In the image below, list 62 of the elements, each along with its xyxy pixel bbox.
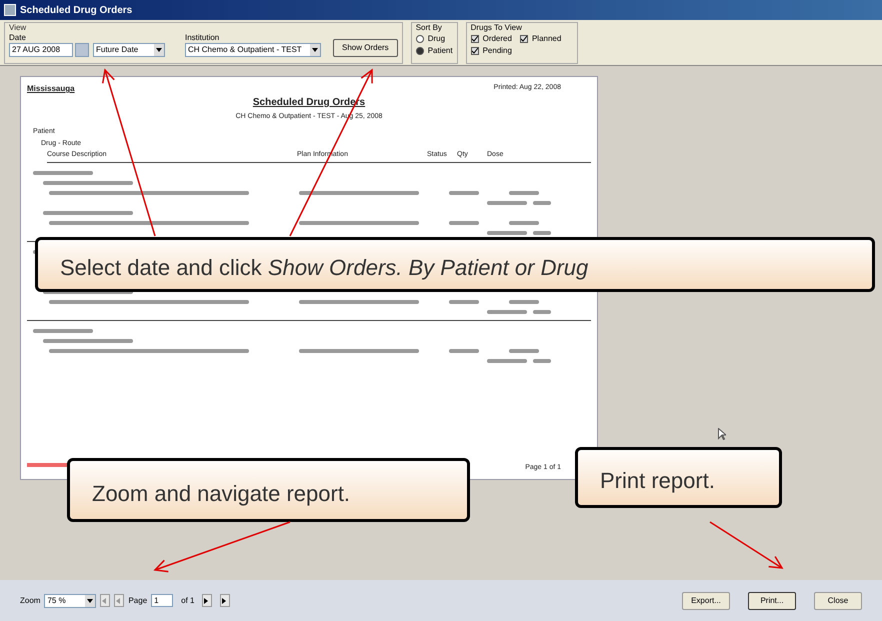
sort-option[interactable]: Patient [416,45,453,57]
group-label: Drugs To View [470,23,523,33]
callout-text: Zoom and navigate report. [67,458,470,522]
zoom-dropdown[interactable]: 75 % [44,594,96,608]
window-title: Scheduled Drug Orders [20,4,132,18]
show-orders-button[interactable]: Show Orders [333,39,398,57]
checkbox[interactable] [470,47,479,55]
blurred-text-line [509,349,539,353]
radio-button[interactable] [416,35,424,43]
blurred-text-line [509,191,539,195]
cursor-icon [718,428,726,440]
blurred-text-line [449,191,479,195]
dialog-button[interactable]: Close [814,592,862,610]
page-field[interactable]: 1 [151,594,174,607]
blurred-text-line [533,231,551,235]
blurred-text-line [449,300,479,304]
caret-icon [154,44,164,56]
blurred-footer-text [27,462,67,466]
blurred-text-line [487,359,527,363]
sort-option[interactable]: Drug [416,33,453,45]
group-label: View [9,23,28,33]
date-range-dropdown[interactable]: Future Date [93,43,165,57]
app-icon [4,4,16,16]
drug-filter-option[interactable]: Pending [470,45,512,57]
dialog-button[interactable]: Export... [682,592,730,610]
checkbox[interactable] [520,35,528,43]
checkbox[interactable] [470,35,479,43]
blurred-text-line [509,300,539,304]
blurred-text-line [33,171,93,175]
field-label: Institution [185,33,220,43]
blurred-text-line [487,310,527,314]
last-page-button[interactable] [220,594,230,607]
report-site: Mississauga [27,83,75,95]
blurred-text-line [533,359,551,363]
callout-text: Select date and click Show Orders. By Patient or Drug [35,237,875,292]
left-triangle-icon [101,598,108,604]
blurred-text-line [449,221,479,225]
field-label: Date [9,33,27,43]
drug-filter-option[interactable]: Planned [520,33,562,45]
page-count: of 1 [181,594,194,606]
right-triangle-icon [203,598,210,604]
radio-button[interactable] [416,47,424,55]
blurred-text-line [449,349,479,353]
blurred-text-line [533,201,551,205]
callout-text: Print report. [575,447,782,508]
blurred-text-line [533,310,551,314]
blurred-text-line [509,221,539,225]
right-triangle-icon [221,598,228,604]
blurred-text-line [487,231,527,235]
left-triangle-icon [115,598,122,604]
blurred-text-line [33,329,93,333]
date-field[interactable]: 27 AUG 2008 [9,43,73,57]
page-label: Page [128,594,148,606]
group-label: Sort By [416,23,443,33]
blurred-text-line [487,201,527,205]
caret-icon [85,594,96,606]
next-page-button[interactable] [202,594,212,607]
dialog-button[interactable]: Print... [748,592,796,610]
zoom-label: Zoom [20,594,40,606]
drug-filter-option[interactable]: Ordered [470,33,512,45]
caret-icon [310,44,320,56]
institution-dropdown[interactable]: CH Chemo & Outpatient - TEST [185,43,321,57]
